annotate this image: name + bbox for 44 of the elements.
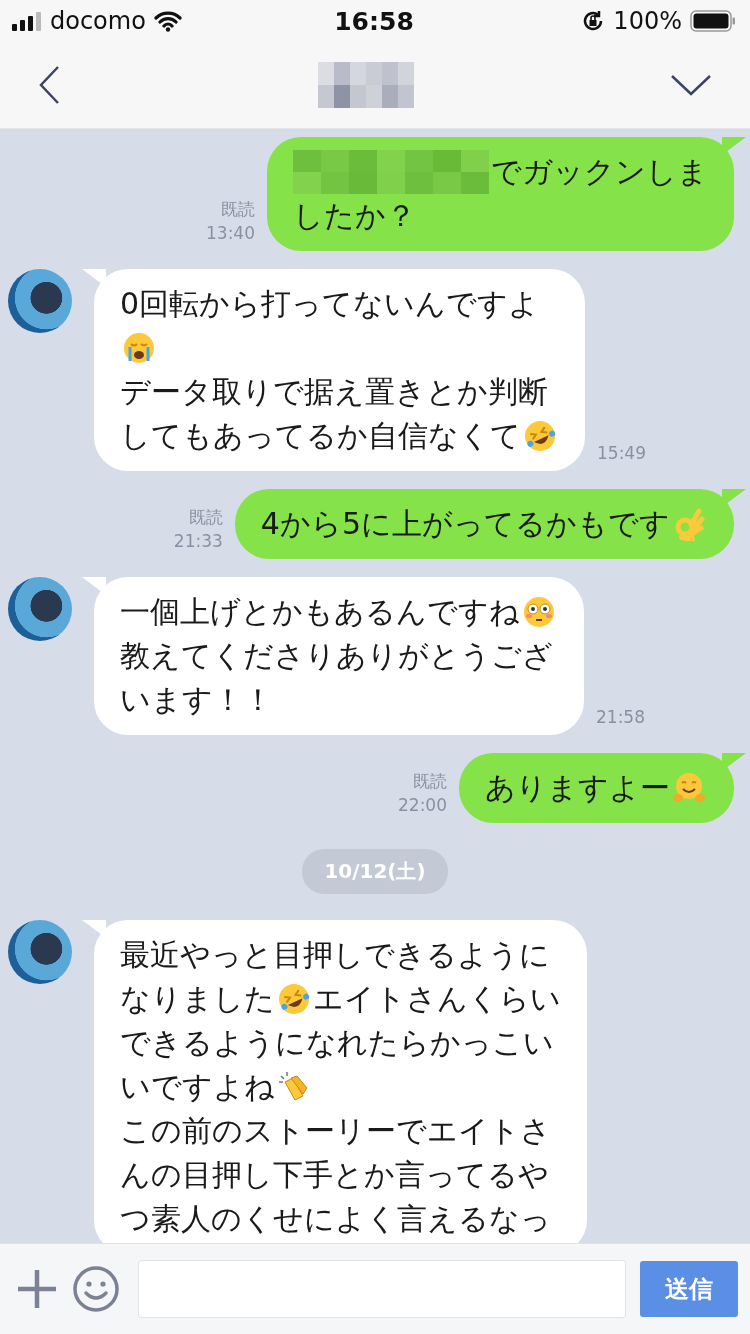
back-icon[interactable]: [38, 65, 62, 105]
crying-face-icon: [122, 331, 156, 365]
message-time: 21:33: [173, 530, 223, 553]
battery-icon: [690, 10, 736, 32]
message-text: んの目押し下手とか言ってるや: [120, 1156, 549, 1194]
battery-percent: 100%: [613, 7, 682, 35]
wifi-icon: [153, 10, 182, 32]
status-time: 16:58: [334, 6, 414, 36]
signal-icon: [12, 11, 42, 31]
carrier-name: docomo: [50, 7, 146, 35]
message-text: なりました: [120, 980, 275, 1018]
flushed-face-icon: [522, 595, 556, 629]
message-text: 0回転から打ってないんですよ: [120, 285, 540, 323]
message-time: 13:40: [206, 222, 255, 245]
send-button[interactable]: 送信: [640, 1261, 738, 1317]
message-time: 22:00: [398, 794, 447, 817]
read-receipt: 既読: [221, 198, 255, 221]
read-receipt: 既読: [188, 506, 223, 529]
message-text: います！！: [120, 681, 273, 719]
message-text: してもあってるか自信なくて: [120, 417, 521, 455]
chevron-down-icon[interactable]: [670, 73, 712, 97]
message-text: いですよね: [120, 1068, 275, 1106]
hugging-face-icon: [672, 771, 706, 805]
message-text: データ取りで据え置きとか判断: [120, 373, 548, 411]
laughing-face-icon: [523, 419, 557, 453]
date-label: 10/12(土): [302, 849, 448, 894]
message-time: 15:49: [597, 442, 646, 465]
smiley-icon[interactable]: [72, 1265, 120, 1313]
read-receipt: 既読: [413, 770, 447, 793]
message-text: 4から5に上がってるかもです: [260, 505, 670, 543]
message-text: できるようになれたらかっこい: [120, 1024, 554, 1062]
message-text: したか？: [293, 197, 416, 235]
laughing-face-icon: [277, 982, 311, 1016]
message-input[interactable]: [138, 1260, 626, 1318]
message-text: ありますよー: [485, 769, 670, 807]
plus-icon[interactable]: [16, 1268, 58, 1310]
message-text: 一個上げとかもあるんですね: [120, 593, 520, 631]
message-text: 最近やっと目押しできるように: [120, 936, 550, 974]
message-text: でガックンしま: [491, 153, 708, 191]
message-time: 21:58: [596, 706, 645, 729]
message-text: 教えてくださりありがとうござ: [120, 637, 553, 675]
message-text: エイトさんくらい: [313, 980, 561, 1018]
message-text: つ素人のくせによく言えるなっ: [120, 1200, 551, 1238]
message-text: この前のストーリーでエイトさ: [120, 1112, 551, 1150]
